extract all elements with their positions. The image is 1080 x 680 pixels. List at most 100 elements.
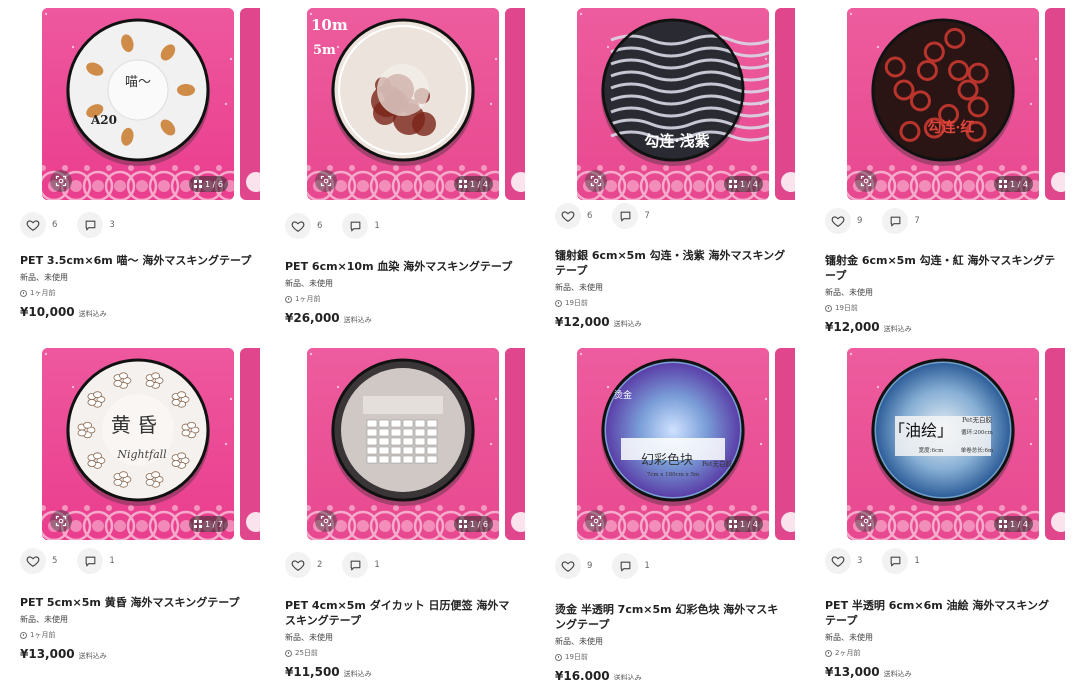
product-image[interactable]: 幻彩色块 Pet无白胶 烫金 7cm x 180cm x 5m 1 / 4 bbox=[577, 348, 769, 540]
next-image-peek[interactable] bbox=[505, 8, 525, 200]
next-image-peek[interactable] bbox=[505, 348, 525, 540]
comment-button[interactable] bbox=[612, 203, 639, 229]
product-card[interactable]: 10m 5m 1 / 4 6 1 PET 6cm×10m 血染 海外マスキングテープ 新品、… bbox=[265, 0, 525, 340]
next-image-peek[interactable] bbox=[240, 348, 260, 540]
next-image-peek[interactable] bbox=[1045, 8, 1065, 200]
image-page-counter: 1 / 4 bbox=[724, 176, 763, 192]
price-value: ¥10,000 bbox=[20, 305, 75, 319]
like-count: 5 bbox=[52, 556, 58, 566]
scan-icon bbox=[781, 172, 795, 192]
shipping-note: 送料込み bbox=[78, 652, 107, 660]
product-card[interactable]: 勾连·红 1 / 4 9 7 镭射金 6cm×5m 勾连・紅 海外マスキングテープ 新品、… bbox=[805, 0, 1065, 340]
product-card[interactable]: 黄 昏 Nightfall 1 / 7 5 1 PET 5cm×5m 黄昏 海外マスキング… bbox=[0, 340, 260, 680]
like-button[interactable] bbox=[825, 548, 851, 574]
scan-button[interactable] bbox=[315, 510, 337, 532]
condition-label: 新品、未使用 bbox=[20, 615, 68, 624]
next-image-peek[interactable] bbox=[240, 8, 260, 200]
scan-icon bbox=[55, 175, 67, 187]
price: ¥10,000 送料込み bbox=[20, 305, 107, 319]
clock-icon bbox=[20, 289, 27, 297]
product-title[interactable]: PET 4cm×5m ダイカット 日历便签 海外マスキングテープ bbox=[285, 598, 517, 628]
listing-time: 2ヶ月前 bbox=[825, 648, 860, 658]
tape-label-text: 5m bbox=[313, 43, 336, 58]
product-image[interactable]: 1 / 6 bbox=[307, 348, 499, 540]
comment-button[interactable] bbox=[342, 552, 369, 578]
like-button[interactable] bbox=[20, 212, 46, 238]
scan-icon bbox=[590, 175, 602, 187]
next-image-peek[interactable] bbox=[775, 8, 795, 200]
product-card[interactable]: 1 / 6 2 1 PET 4cm×5m ダイカット 日历便签 海外マスキングテープ新… bbox=[265, 340, 525, 680]
comment-count: 7 bbox=[914, 216, 920, 226]
like-button[interactable] bbox=[285, 213, 311, 239]
heart-icon bbox=[26, 220, 40, 231]
time-ago-text: 2ヶ月前 bbox=[835, 649, 861, 657]
listing-time: 1ヶ月前 bbox=[20, 288, 55, 298]
tape-label-text: 幻彩色块 bbox=[641, 452, 693, 468]
next-image-peek[interactable] bbox=[1045, 348, 1065, 540]
product-title[interactable]: 镭射金 6cm×5m 勾连・紅 海外マスキングテープ bbox=[825, 253, 1057, 283]
product-image[interactable]: 「油绘」 Pet无白胶 循环:200cm 宽度:6cm 单卷总长:6m 1 / 4 bbox=[847, 348, 1039, 540]
grid-icon bbox=[459, 180, 468, 188]
time-ago-text: 1ヶ月前 bbox=[30, 289, 56, 297]
scan-icon bbox=[320, 175, 332, 187]
page-counter-text: 1 / 7 bbox=[205, 519, 223, 529]
tape-label-text: 喵～ bbox=[125, 75, 151, 90]
comment-button[interactable] bbox=[882, 208, 909, 234]
like-count: 9 bbox=[587, 561, 593, 571]
product-image[interactable]: 勾连·红 1 / 4 bbox=[847, 8, 1039, 200]
scan-button[interactable] bbox=[585, 170, 607, 192]
like-button[interactable] bbox=[20, 548, 46, 574]
comment-button[interactable] bbox=[77, 548, 104, 574]
like-button[interactable] bbox=[285, 552, 311, 578]
condition-label: 新品、未使用 bbox=[825, 288, 873, 297]
clock-icon bbox=[285, 295, 292, 303]
price: ¥13,000 送料込み bbox=[825, 665, 912, 679]
scan-button[interactable] bbox=[50, 170, 72, 192]
shipping-note: 送料込み bbox=[613, 674, 642, 680]
scan-icon bbox=[781, 512, 795, 532]
comment-button[interactable] bbox=[342, 213, 369, 239]
comment-icon bbox=[350, 221, 361, 231]
time-ago-text: 1ヶ月前 bbox=[30, 631, 56, 639]
scan-button[interactable] bbox=[855, 170, 877, 192]
engagement-bar: 51 bbox=[20, 548, 129, 574]
product-image[interactable]: 黄 昏 Nightfall 1 / 7 bbox=[42, 348, 234, 540]
product-title[interactable]: PET 3.5cm×6m 喵～ 海外マスキングテープ bbox=[20, 253, 252, 268]
comment-button[interactable] bbox=[612, 553, 639, 579]
product-card[interactable]: 勾连·浅紫 1 / 4 6 7 镭射銀 6cm×5m 勾连・浅紫 海外マスキングテープ新… bbox=[535, 0, 795, 340]
scan-button[interactable] bbox=[315, 170, 337, 192]
product-image[interactable]: 勾连·浅紫 1 / 4 bbox=[577, 8, 769, 200]
tape-photo: 喵～ A20 bbox=[42, 8, 234, 200]
product-title[interactable]: 烫金 半透明 7cm×5m 幻彩色块 海外マスキングテープ bbox=[555, 602, 787, 632]
comment-icon bbox=[620, 561, 631, 571]
product-title[interactable]: PET 半透明 6cm×6m 油絵 海外マスキングテープ bbox=[825, 598, 1057, 628]
price: ¥26,000 送料込み bbox=[285, 311, 372, 325]
scan-button[interactable] bbox=[855, 510, 877, 532]
like-button[interactable] bbox=[825, 208, 851, 234]
comment-button[interactable] bbox=[77, 212, 104, 238]
product-card[interactable]: 「油绘」 Pet无白胶 循环:200cm 宽度:6cm 单卷总长:6m 1 / 4 3 1 PE… bbox=[805, 340, 1065, 680]
product-image[interactable]: 10m 5m 1 / 4 bbox=[307, 8, 499, 200]
scan-button[interactable] bbox=[585, 510, 607, 532]
product-card[interactable]: 喵～ A20 1 / 6 6 3 PET 3.5cm×6m 喵～ 海外マスキングテープ 新品… bbox=[0, 0, 260, 340]
product-image[interactable]: 喵～ A20 1 / 6 bbox=[42, 8, 234, 200]
price-value: ¥26,000 bbox=[285, 311, 340, 325]
like-button[interactable] bbox=[555, 203, 581, 229]
product-title[interactable]: 镭射銀 6cm×5m 勾连・浅紫 海外マスキングテープ bbox=[555, 248, 787, 278]
like-count: 6 bbox=[317, 221, 323, 231]
product-title[interactable]: PET 5cm×5m 黄昏 海外マスキングテープ bbox=[20, 595, 252, 610]
price-value: ¥11,500 bbox=[285, 665, 340, 679]
listing-time: 19日前 bbox=[555, 298, 588, 308]
product-card[interactable]: 幻彩色块 Pet无白胶 烫金 7cm x 180cm x 5m 1 / 4 9 1 烫金 半透… bbox=[535, 340, 795, 680]
comment-icon bbox=[890, 216, 901, 226]
heart-icon bbox=[831, 556, 845, 567]
page-counter-text: 1 / 4 bbox=[740, 179, 758, 189]
product-title[interactable]: PET 6cm×10m 血染 海外マスキングテープ bbox=[285, 259, 517, 274]
scan-button[interactable] bbox=[50, 510, 72, 532]
like-count: 2 bbox=[317, 560, 323, 570]
next-image-peek[interactable] bbox=[775, 348, 795, 540]
grid-icon bbox=[999, 180, 1008, 188]
comment-button[interactable] bbox=[882, 548, 909, 574]
like-button[interactable] bbox=[555, 553, 581, 579]
shipping-note: 送料込み bbox=[78, 310, 107, 318]
